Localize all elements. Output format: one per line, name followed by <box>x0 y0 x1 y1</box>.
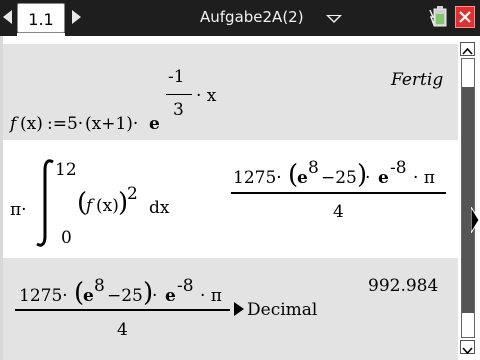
subtract: −25 <box>107 286 143 306</box>
exponent-denominator: 3 <box>173 100 184 120</box>
scroll-up-button[interactable] <box>460 42 475 56</box>
integrand-square: 2 <box>127 184 138 204</box>
exponent-numerator: -1 <box>168 67 185 87</box>
integral-sign-icon <box>36 159 54 247</box>
page-tab[interactable]: 1.1 <box>17 3 65 33</box>
close-icon <box>459 11 471 23</box>
previous-page-arrow-icon[interactable] <box>3 10 12 24</box>
document-title[interactable]: Aufgabe2A(2) <box>200 8 304 26</box>
integral-upper-bound: 12 <box>55 160 77 180</box>
integrand-function: f <box>86 196 93 216</box>
result-decimal: 992.984 <box>368 276 439 296</box>
result-exponent1: 8 <box>308 158 319 178</box>
function-name: f <box>10 114 17 134</box>
function-argument: (x) <box>20 114 43 134</box>
factor-term: (x+1)· <box>85 114 139 134</box>
chevron-down-icon <box>462 347 473 355</box>
history-entry-define[interactable]: f (x) :=5· (x+1)· e -1 3 · x Fertig <box>3 44 458 140</box>
pi-term: · π <box>200 286 222 306</box>
close-button[interactable] <box>455 6 475 28</box>
convert-arrow-icon <box>234 302 244 316</box>
euler-e: e <box>149 114 160 134</box>
result-fraction-bar <box>231 192 446 194</box>
integral-lower-bound: 0 <box>61 228 72 248</box>
decimal-operator: Decimal <box>247 300 318 320</box>
denominator: 4 <box>117 320 128 340</box>
e2: e <box>165 286 176 306</box>
fraction-bar <box>15 309 230 311</box>
vertical-scrollbar[interactable] <box>458 36 480 360</box>
e1: e <box>83 286 94 306</box>
differential: dx <box>149 198 170 218</box>
history-entry-integral[interactable]: π· 12 0 ( f (x) ) 2 dx 1275· ( e 8 −25 )… <box>3 140 458 258</box>
result-fertig: Fertig <box>391 70 444 90</box>
calculator-history[interactable]: f (x) :=5· (x+1)· e -1 3 · x Fertig π· 1… <box>0 36 458 360</box>
chevron-up-icon <box>462 47 473 55</box>
exponent2: -8 <box>177 276 194 296</box>
assign-operator: :=5· <box>47 114 84 134</box>
result-subtract: −25 <box>321 168 357 188</box>
exponent-variable: · x <box>196 86 217 106</box>
next-page-arrow-icon[interactable] <box>72 10 81 24</box>
result-exponent2: -8 <box>390 158 407 178</box>
scroll-thumb[interactable] <box>462 87 474 313</box>
result-e1: e <box>297 168 308 188</box>
top-bar: 1.1 Aufgabe2A(2) <box>0 0 480 37</box>
result-pi: · π <box>413 168 435 188</box>
history-entry-decimal[interactable]: 1275· ( e 8 −25 ) · e -8 · π 4 Decimal 9… <box>3 258 458 360</box>
pi-factor: π· <box>10 200 27 220</box>
result-e2: e <box>378 168 389 188</box>
result-numerator-coefficient: 1275· <box>233 168 282 188</box>
mid-dot: · <box>152 286 158 306</box>
result-denominator: 4 <box>333 202 344 222</box>
pointer-cursor-icon <box>471 207 480 233</box>
integrand-argument: (x) <box>96 196 119 216</box>
page-tab-label: 1.1 <box>28 10 54 29</box>
battery-icon <box>428 6 452 28</box>
scroll-down-button[interactable] <box>460 340 475 355</box>
chevron-down-icon[interactable] <box>326 15 342 23</box>
numerator-coefficient: 1275· <box>19 286 68 306</box>
exponent1: 8 <box>94 276 105 296</box>
result-dot: · <box>365 168 371 188</box>
exponent-fraction-bar <box>166 94 192 95</box>
